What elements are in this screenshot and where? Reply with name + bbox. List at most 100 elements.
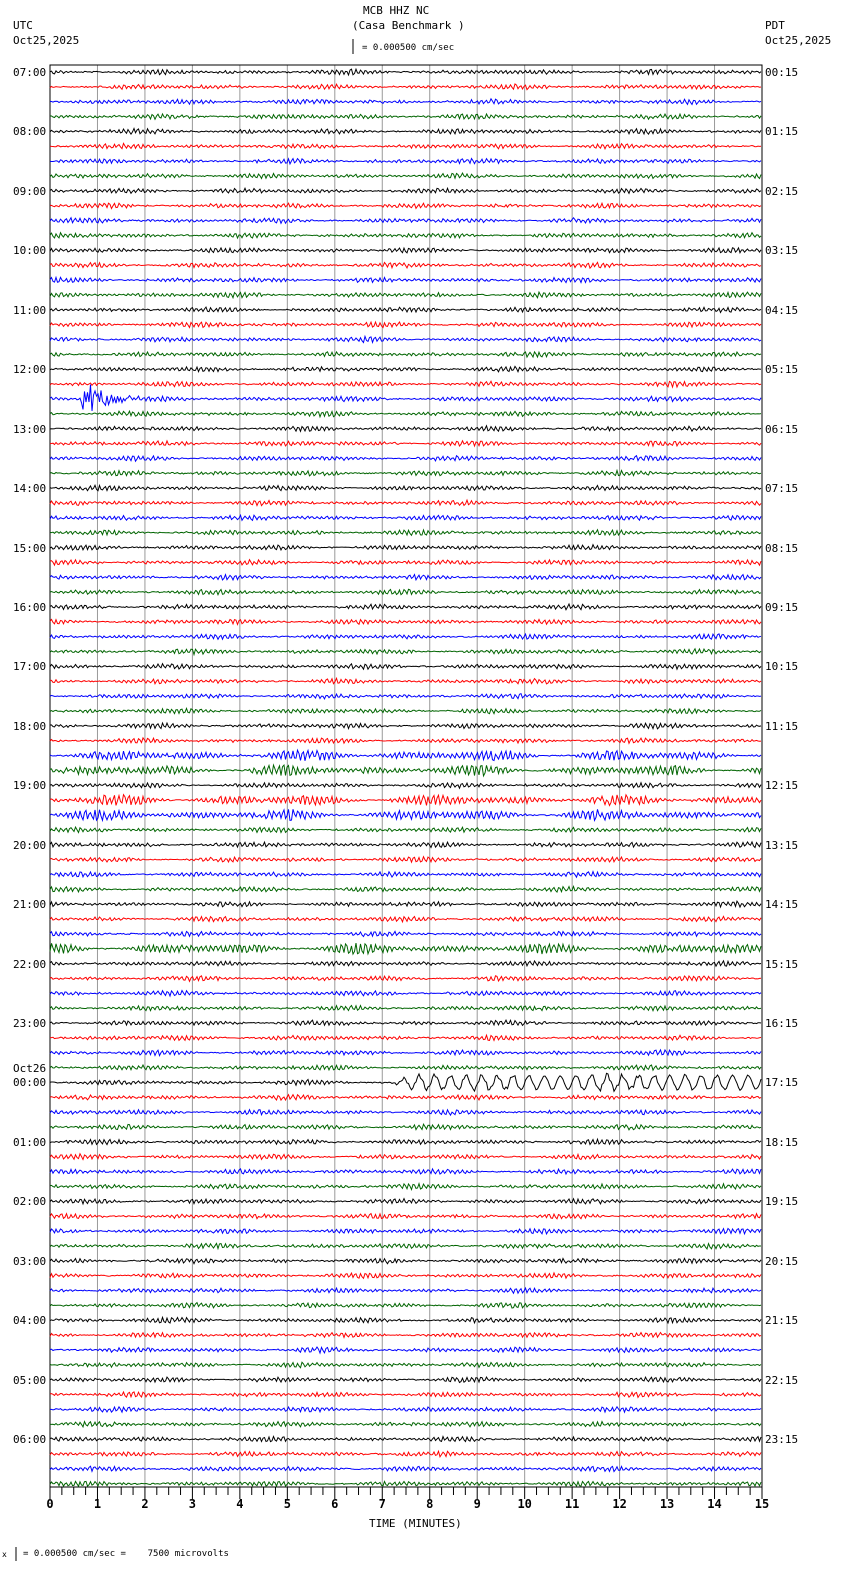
seismic-trace-1030 <box>49 275 762 284</box>
seismic-trace-1315 <box>49 439 762 448</box>
seismic-trace-2230 <box>49 989 762 998</box>
seismic-trace-1330 <box>49 454 762 463</box>
x-tick-label: 6 <box>331 1497 338 1511</box>
x-tick-label: 1 <box>94 1497 101 1511</box>
seismic-trace-1630 <box>49 632 762 641</box>
seismic-trace-1100 <box>49 306 762 314</box>
seismic-trace-2015 <box>49 855 762 864</box>
seismic-trace-0715 <box>49 82 762 91</box>
seismic-trace-1445 <box>49 528 762 537</box>
seismic-trace-2300 <box>49 1018 762 1027</box>
seismic-trace-0915 <box>49 201 762 210</box>
seismic-trace-1415 <box>49 498 762 507</box>
seismic-trace-2345 <box>49 1063 762 1072</box>
seismic-trace-2115 <box>49 915 762 924</box>
seismic-trace-0815 <box>49 142 762 151</box>
seismic-trace-0245 <box>49 1242 761 1251</box>
x-tick-label: 14 <box>707 1497 721 1511</box>
seismic-trace-0830 <box>49 157 762 166</box>
seismic-trace-1600 <box>49 602 762 611</box>
seismic-trace-0945 <box>49 231 762 240</box>
seismic-trace-1945 <box>49 825 762 834</box>
seismic-trace-1845 <box>49 763 762 778</box>
seismic-trace-0030 <box>49 1108 762 1117</box>
seismic-trace-0545 <box>49 1420 762 1429</box>
seismic-trace-0845 <box>49 172 762 180</box>
seismic-trace-0430 <box>49 1345 762 1355</box>
seismic-trace-1830 <box>49 748 762 762</box>
seismic-trace-1130 <box>49 334 762 345</box>
seismic-trace-0400 <box>49 1315 762 1325</box>
seismic-trace-2045 <box>49 885 762 894</box>
seismic-trace-2000 <box>49 840 762 849</box>
x-tick-label: 9 <box>474 1497 481 1511</box>
seismic-trace-1915 <box>49 793 762 807</box>
seismic-trace-1245 <box>49 409 762 419</box>
seismic-trace-2200 <box>49 959 762 968</box>
seismic-trace-0145 <box>49 1182 762 1191</box>
seismic-trace-1345 <box>49 468 762 477</box>
x-tick-label: 15 <box>755 1497 769 1511</box>
seismic-trace-0215 <box>49 1212 762 1220</box>
seismic-trace-0000 <box>49 1072 762 1093</box>
x-tick-label: 12 <box>612 1497 626 1511</box>
x-tick-label: 5 <box>284 1497 291 1511</box>
seismic-trace-0330 <box>49 1286 762 1295</box>
seismic-trace-0300 <box>49 1257 762 1265</box>
seismic-trace-2330 <box>49 1048 762 1057</box>
seismic-trace-1500 <box>49 543 762 552</box>
seismic-trace-1700 <box>49 662 762 671</box>
x-tick-label: 0 <box>46 1497 53 1511</box>
seismic-trace-1145 <box>49 350 762 359</box>
seismic-trace-1200 <box>49 365 762 374</box>
seismic-trace-0530 <box>50 1405 762 1414</box>
seismic-trace-1530 <box>49 573 762 582</box>
seismic-trace-0015 <box>49 1093 762 1102</box>
x-tick-label: 3 <box>189 1497 196 1511</box>
seismic-trace-2145 <box>49 942 762 956</box>
seismic-trace-1745 <box>49 706 762 715</box>
seismic-trace-1230 <box>49 384 762 411</box>
x-tick-label: 4 <box>236 1497 243 1511</box>
x-tick-label: 7 <box>379 1497 386 1511</box>
seismic-trace-0700 <box>49 67 762 77</box>
seismic-trace-0100 <box>49 1137 762 1146</box>
seismic-trace-0130 <box>49 1167 762 1176</box>
seismic-trace-2100 <box>49 900 762 909</box>
seismic-trace-2215 <box>49 974 762 983</box>
seismic-trace-2130 <box>49 930 762 938</box>
seismic-trace-1615 <box>49 618 762 626</box>
seismic-trace-1645 <box>49 647 762 657</box>
seismic-trace-0645 <box>49 1480 762 1488</box>
seismic-trace-0900 <box>49 186 762 195</box>
seismic-trace-0615 <box>49 1449 762 1459</box>
seismic-trace-0800 <box>49 127 762 136</box>
seismic-trace-1815 <box>49 736 762 745</box>
seismic-trace-2245 <box>49 1004 762 1013</box>
x-tick-label: 11 <box>565 1497 579 1511</box>
x-tick-label: 10 <box>517 1497 531 1511</box>
plot-frame <box>49 64 763 1488</box>
seismic-trace-0630 <box>49 1465 762 1473</box>
seismic-trace-1300 <box>49 424 762 433</box>
seismic-trace-0745 <box>49 112 762 121</box>
seismic-trace-0045 <box>49 1122 762 1131</box>
seismic-trace-1115 <box>49 320 762 329</box>
seismic-trace-1715 <box>49 676 762 686</box>
seismic-trace-1430 <box>49 513 762 522</box>
seismic-trace-0115 <box>49 1152 762 1161</box>
seismic-trace-0230 <box>49 1227 762 1236</box>
seismic-trace-1515 <box>49 558 762 567</box>
seismic-trace-0200 <box>49 1197 762 1206</box>
seismic-trace-0500 <box>49 1376 762 1384</box>
seismic-trace-1930 <box>49 808 762 823</box>
x-tick-label: 8 <box>426 1497 433 1511</box>
seismic-trace-0315 <box>49 1271 762 1280</box>
seismic-trace-1045 <box>49 290 762 300</box>
seismic-trace-1900 <box>49 781 762 790</box>
seismic-trace-1000 <box>49 246 762 254</box>
seismic-trace-1800 <box>49 721 762 731</box>
seismic-trace-1545 <box>49 588 762 597</box>
seismic-trace-0415 <box>49 1331 762 1339</box>
seismic-trace-0600 <box>49 1435 762 1443</box>
